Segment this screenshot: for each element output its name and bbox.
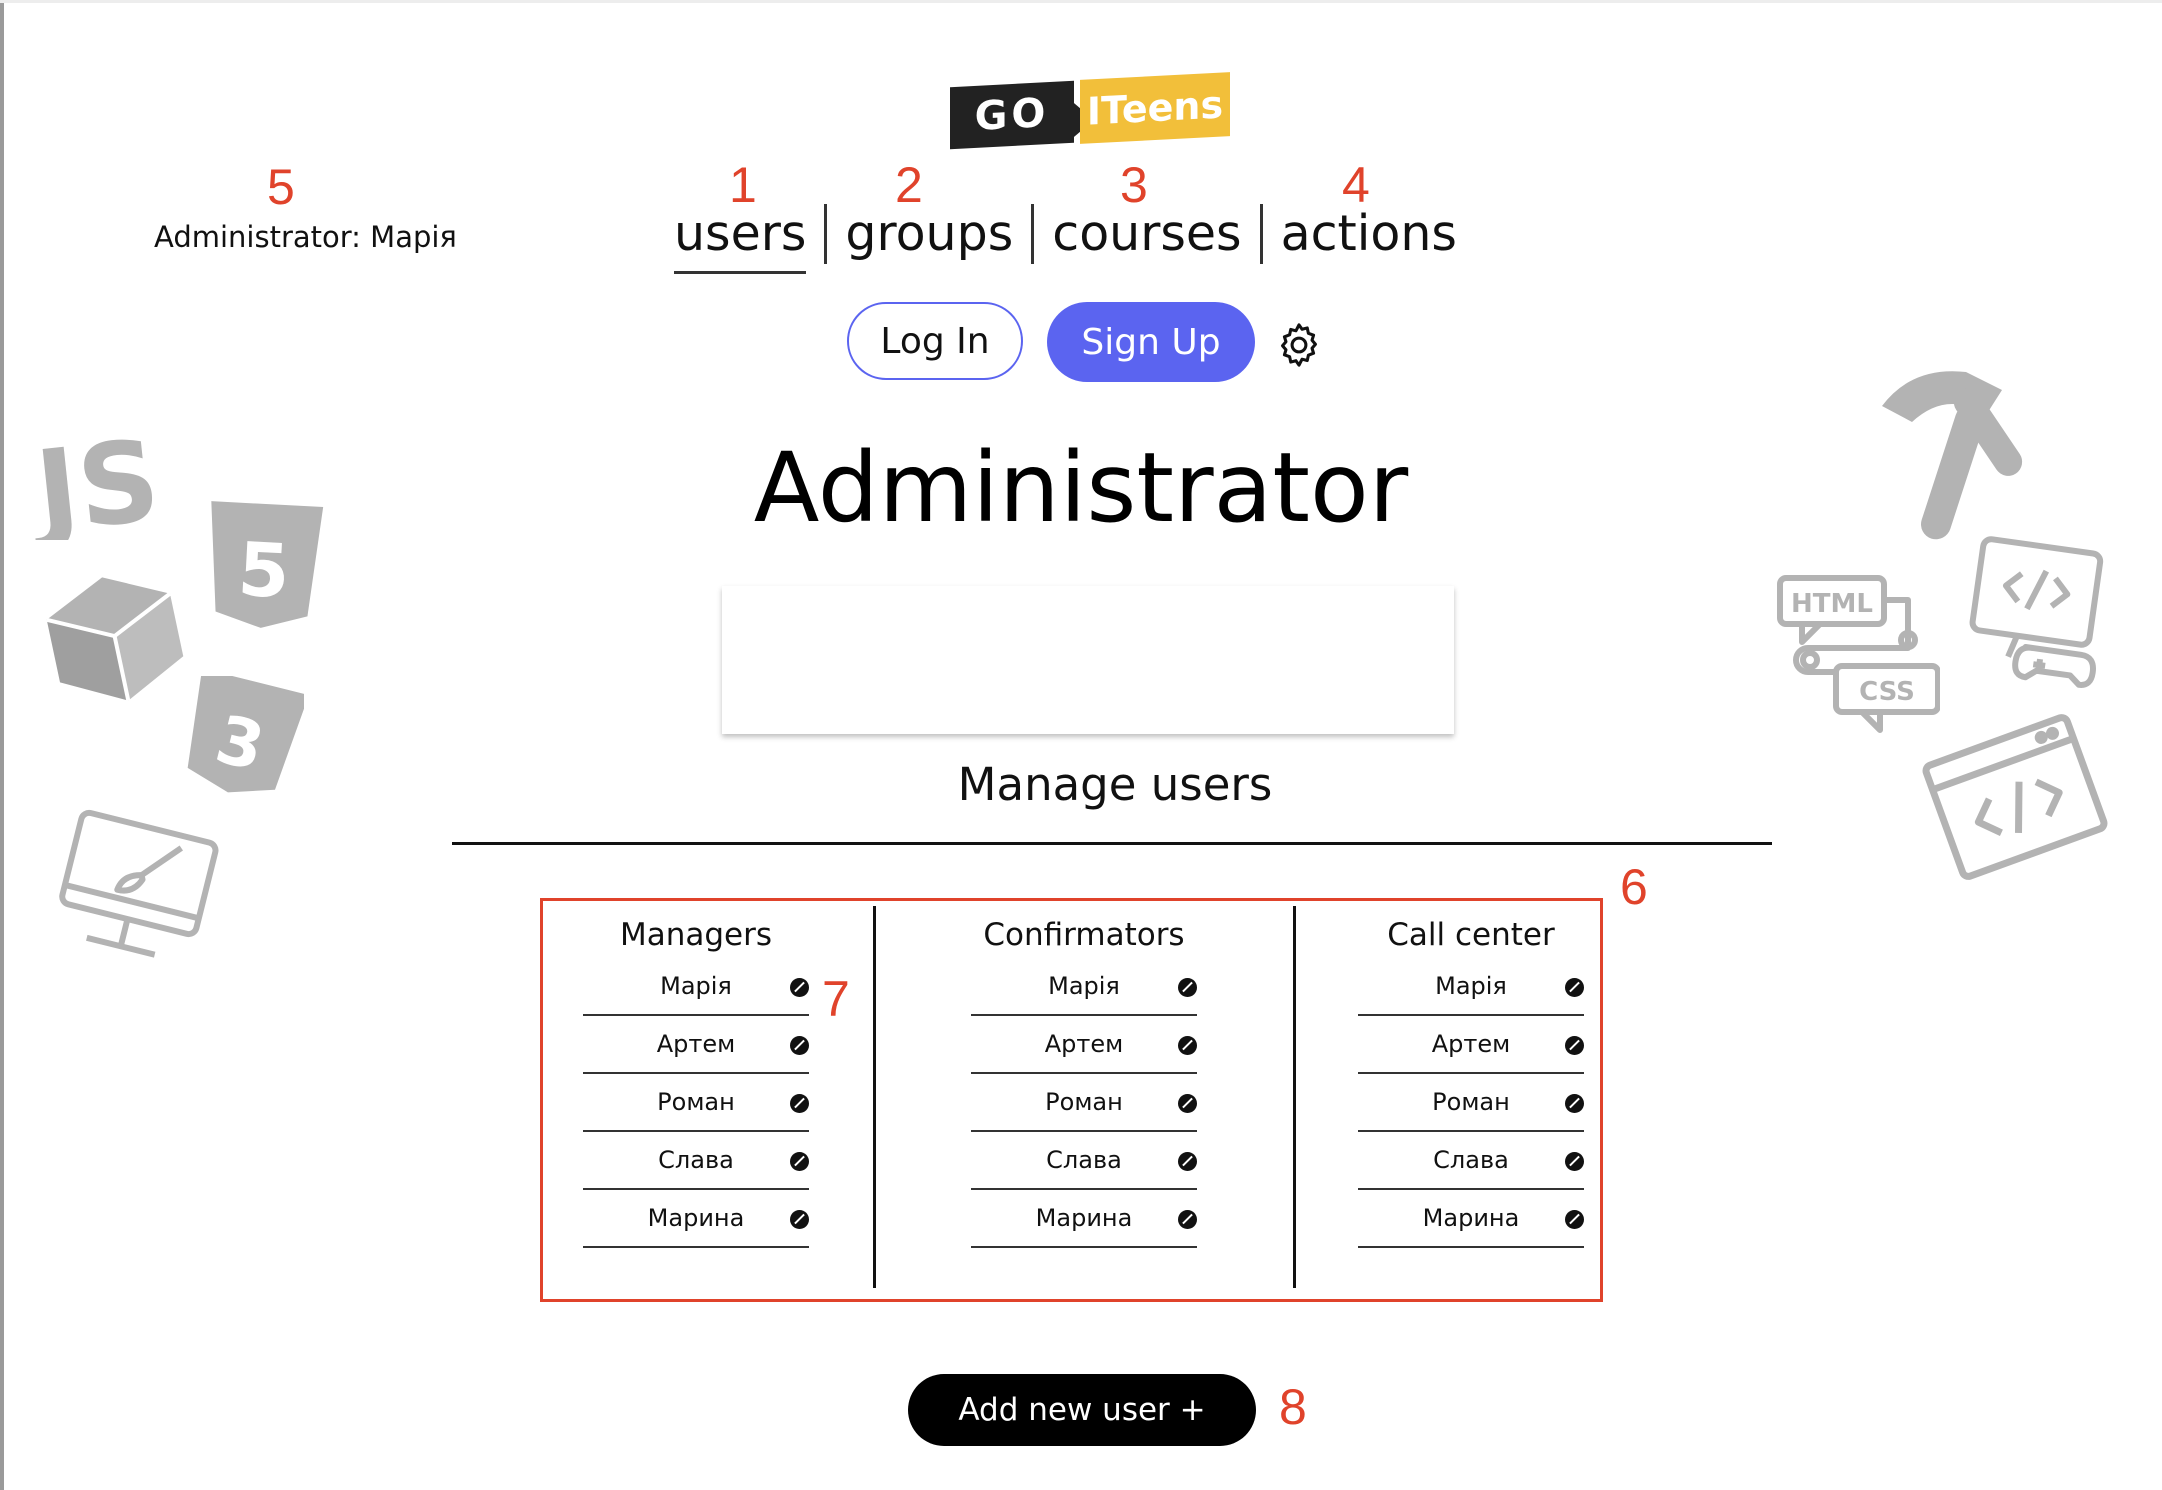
css-tag-text: CSS: [1859, 677, 1915, 707]
user-name: Марина: [647, 1204, 745, 1232]
group-column-call-center: Call center Марія Артем Роман Слава Мари…: [1358, 912, 1584, 1248]
html5-shield-icon: 5: [211, 501, 324, 628]
annotation-6: 6: [1620, 859, 1648, 915]
settings-gear-icon[interactable]: [1276, 322, 1322, 368]
edit-user-icon[interactable]: [1178, 1036, 1197, 1055]
user-name: Слава: [1433, 1146, 1509, 1174]
section-divider: [452, 842, 1772, 845]
user-name: Артем: [656, 1030, 736, 1058]
user-row[interactable]: Марина: [1358, 1190, 1584, 1248]
html-tag-text: HTML: [1791, 589, 1873, 619]
user-name: Роман: [1432, 1088, 1510, 1116]
edit-user-icon[interactable]: [790, 1210, 809, 1229]
hammer-icon: [1882, 371, 2023, 540]
annotation-5: 5: [267, 159, 295, 215]
group-title: Confirmators: [983, 917, 1185, 953]
user-row[interactable]: Марина: [583, 1190, 809, 1248]
user-name: Марина: [1422, 1204, 1520, 1232]
admin-info-card: [722, 586, 1454, 734]
window-edge-left: [0, 0, 4, 1490]
user-row[interactable]: Марія: [583, 958, 809, 1016]
edit-user-icon[interactable]: [790, 978, 809, 997]
css3-shield-icon: 3: [187, 676, 304, 793]
user-name: Марина: [1035, 1204, 1133, 1232]
edit-user-icon[interactable]: [1565, 1094, 1584, 1113]
svg-text:5: 5: [236, 527, 292, 616]
user-row[interactable]: Роман: [583, 1074, 809, 1132]
nav-tab-users[interactable]: users: [670, 200, 824, 274]
group-column-confirmators: Confirmators Марія Артем Роман Слава Мар…: [971, 912, 1197, 1248]
edit-user-icon[interactable]: [1565, 1210, 1584, 1229]
edit-user-icon[interactable]: [1178, 1152, 1197, 1171]
annotation-8: 8: [1279, 1379, 1307, 1435]
edit-user-icon[interactable]: [1565, 1152, 1584, 1171]
add-new-user-button[interactable]: Add new user +: [908, 1374, 1256, 1446]
edit-user-icon[interactable]: [1178, 1094, 1197, 1113]
admin-name-label: Administrator: Марія: [154, 220, 457, 254]
nav-tab-courses[interactable]: courses: [1034, 200, 1259, 268]
group-title: Call center: [1387, 917, 1555, 953]
user-row[interactable]: Марія: [1358, 958, 1584, 1016]
user-row[interactable]: Артем: [1358, 1016, 1584, 1074]
main-nav: users groups courses actions: [670, 200, 1475, 274]
group-title: Managers: [619, 917, 773, 953]
cube-icon: [46, 577, 184, 702]
user-name: Роман: [1045, 1088, 1123, 1116]
logo-iteens-part: ITeens: [1080, 72, 1230, 144]
user-row[interactable]: Слава: [583, 1132, 809, 1190]
html-css-tags-icon: HTML CSS: [1777, 575, 1940, 733]
login-button[interactable]: Log In: [847, 302, 1023, 380]
user-name: Слава: [1046, 1146, 1122, 1174]
nav-tab-groups[interactable]: groups: [827, 200, 1031, 268]
edit-user-icon[interactable]: [790, 1152, 809, 1171]
user-row[interactable]: Марина: [971, 1190, 1197, 1248]
gaming-monitor-icon: [1969, 536, 2104, 688]
goiteens-logo[interactable]: GO ITeens: [950, 72, 1230, 152]
user-row[interactable]: Артем: [971, 1016, 1197, 1074]
code-window-icon: [1922, 714, 2108, 880]
group-column-managers: Managers Марія Артем Роман Слава Марина: [583, 912, 809, 1248]
column-divider: [1293, 906, 1296, 1288]
user-row[interactable]: Артем: [583, 1016, 809, 1074]
edit-user-icon[interactable]: [790, 1094, 809, 1113]
signup-button[interactable]: Sign Up: [1047, 302, 1255, 382]
edit-user-icon[interactable]: [790, 1036, 809, 1055]
user-row[interactable]: Слава: [1358, 1132, 1584, 1190]
edit-user-icon[interactable]: [1565, 978, 1584, 997]
column-divider: [873, 906, 876, 1288]
edit-user-icon[interactable]: [1565, 1036, 1584, 1055]
user-name: Марія: [660, 972, 732, 1000]
user-row[interactable]: Слава: [971, 1132, 1197, 1190]
user-name: Марія: [1435, 972, 1507, 1000]
user-name: Слава: [658, 1146, 734, 1174]
user-row[interactable]: Марія: [971, 958, 1197, 1016]
user-name: Артем: [1431, 1030, 1511, 1058]
user-row[interactable]: Роман: [971, 1074, 1197, 1132]
edit-user-icon[interactable]: [1178, 1210, 1197, 1229]
nav-tab-actions[interactable]: actions: [1263, 200, 1475, 268]
user-name: Роман: [657, 1088, 735, 1116]
logo-go-part: GO: [950, 80, 1074, 150]
user-name: Марія: [1048, 972, 1120, 1000]
window-edge-top: [0, 0, 2162, 3]
user-name: Артем: [1044, 1030, 1124, 1058]
js-logo-icon: JS: [28, 420, 165, 540]
section-title: Manage users: [957, 758, 1273, 811]
edit-user-icon[interactable]: [1178, 978, 1197, 997]
js-logo-text: JS: [28, 420, 165, 540]
user-row[interactable]: Роман: [1358, 1074, 1584, 1132]
monitor-brush-icon: [59, 809, 219, 958]
